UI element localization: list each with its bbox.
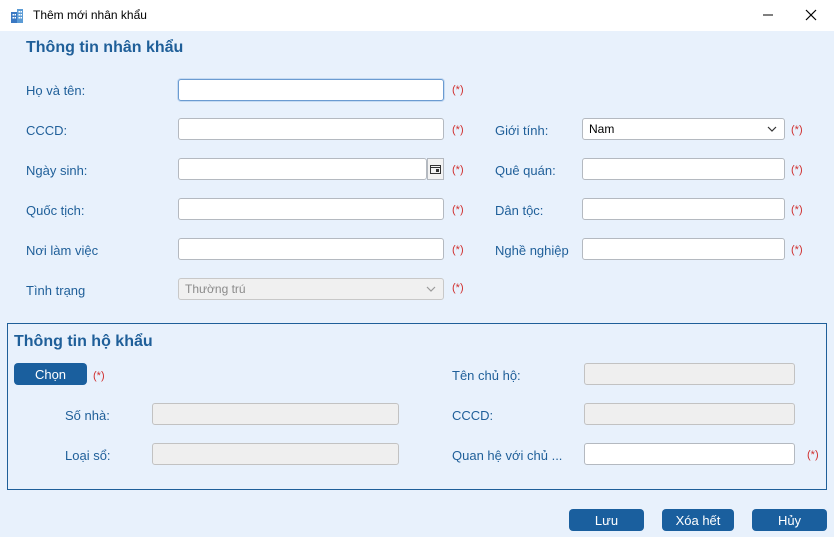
date-picker-button[interactable]	[427, 158, 444, 180]
cccd-required-mark: (*)	[452, 124, 464, 136]
head-name-label: Tên chủ hộ:	[452, 368, 521, 383]
household-section-title: Thông tin hộ khẩu	[14, 333, 153, 350]
ethnicity-input[interactable]	[582, 198, 785, 220]
hometown-required-mark: (*)	[791, 164, 803, 176]
fullname-input[interactable]	[178, 79, 444, 101]
head-cccd-label: CCCD:	[452, 408, 494, 423]
status-select-value: Thường trú	[185, 282, 246, 296]
head-name-field	[584, 363, 795, 385]
nationality-label: Quốc tịch:	[26, 203, 85, 218]
dob-label: Ngày sinh:	[26, 163, 88, 178]
cancel-button[interactable]: Hủy	[752, 509, 827, 531]
book-type-label: Loại sổ:	[65, 448, 111, 463]
close-button[interactable]	[798, 4, 824, 26]
book-type-field	[152, 443, 399, 465]
cccd-input[interactable]	[178, 118, 444, 140]
building-icon	[9, 8, 25, 24]
choose-household-button[interactable]: Chọn	[14, 363, 87, 385]
gender-required-mark: (*)	[791, 124, 803, 136]
relation-input[interactable]	[584, 443, 795, 465]
chevron-down-icon	[767, 126, 777, 132]
relation-required-mark: (*)	[807, 449, 819, 461]
head-cccd-field	[584, 403, 795, 425]
workplace-label: Nơi làm việc	[26, 243, 99, 258]
occupation-input[interactable]	[582, 238, 785, 260]
household-group: Thông tin hộ khẩu Chọn (*) Số nhà: Loại …	[7, 323, 827, 490]
workplace-required-mark: (*)	[452, 244, 464, 256]
gender-select[interactable]: Nam	[582, 118, 785, 140]
workplace-input[interactable]	[178, 238, 444, 260]
status-label: Tình trạng	[26, 283, 86, 298]
gender-label: Giới tính:	[495, 123, 549, 138]
person-section-title: Thông tin nhân khẩu	[26, 39, 184, 56]
status-required-mark: (*)	[452, 282, 464, 294]
hometown-label: Quê quán:	[495, 163, 556, 178]
minimize-button[interactable]	[755, 4, 781, 26]
fullname-required-mark: (*)	[452, 84, 464, 96]
cccd-label: CCCD:	[26, 123, 68, 138]
status-select: Thường trú	[178, 278, 444, 300]
house-number-field	[152, 403, 399, 425]
fullname-label: Họ và tên:	[26, 83, 86, 98]
close-icon	[805, 9, 817, 21]
ethnicity-label: Dân tộc:	[495, 203, 544, 218]
choose-required-mark: (*)	[93, 370, 105, 382]
gender-select-value: Nam	[589, 122, 615, 136]
window-title: Thêm mới nhân khẩu	[33, 8, 147, 22]
nationality-required-mark: (*)	[452, 204, 464, 216]
nationality-input[interactable]	[178, 198, 444, 220]
occupation-required-mark: (*)	[791, 244, 803, 256]
ethnicity-required-mark: (*)	[791, 204, 803, 216]
hometown-input[interactable]	[582, 158, 785, 180]
clear-all-button[interactable]: Xóa hết	[662, 509, 734, 531]
chevron-down-icon	[426, 286, 436, 292]
save-button[interactable]: Lưu	[569, 509, 644, 531]
dob-required-mark: (*)	[452, 164, 464, 176]
minimize-icon	[763, 14, 773, 16]
title-bar: Thêm mới nhân khẩu	[0, 0, 834, 31]
house-number-label: Số nhà:	[65, 408, 110, 423]
relation-label: Quan hệ với chủ ...	[452, 448, 563, 463]
calendar-icon	[430, 165, 441, 174]
occupation-label: Nghề nghiệp	[495, 243, 569, 258]
dob-input[interactable]	[178, 158, 427, 180]
